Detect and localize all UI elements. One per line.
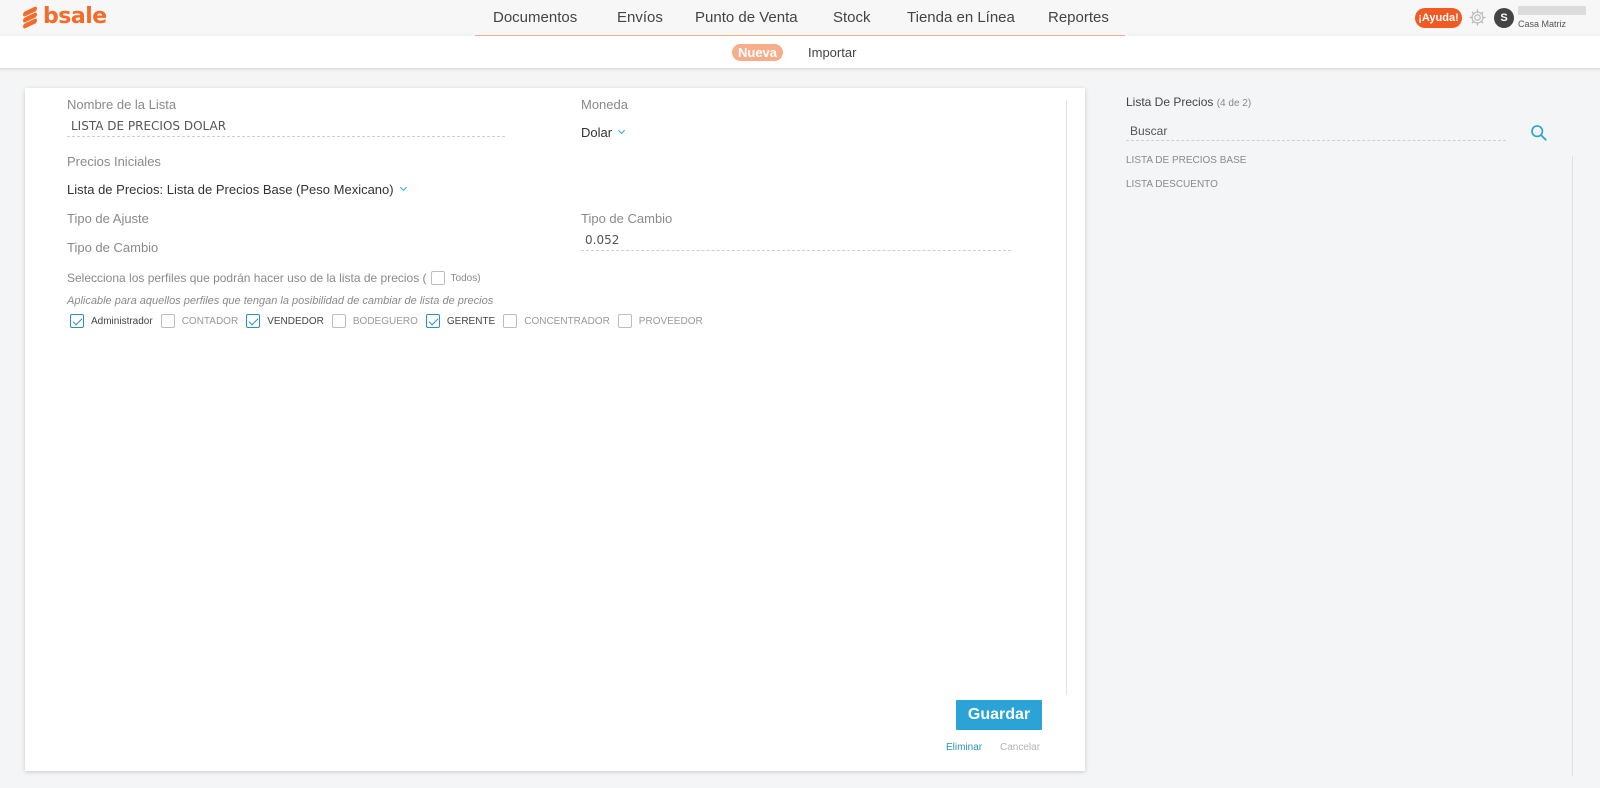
sidebar-count: (4 de 2)	[1216, 98, 1252, 109]
checkbox-contador[interactable]	[160, 314, 175, 328]
price-list-form-card: Nombre de la Lista LISTA DE PRECIOS DOLA…	[25, 88, 1085, 771]
todos-label: Todos)	[450, 272, 481, 284]
chevron-down-icon	[618, 126, 626, 135]
sidebar-search-input[interactable]: Buscar	[1126, 122, 1506, 141]
profile-label: CONTADOR	[181, 315, 239, 327]
exchange-type-label: Tipo de Cambio	[581, 211, 673, 226]
branch-name: Casa Matriz	[1518, 19, 1567, 29]
checkbox-concentrador[interactable]	[503, 314, 518, 328]
profile-vendedor[interactable]: VENDEDOR	[246, 314, 324, 328]
todos-checkbox[interactable]	[430, 271, 445, 285]
nav-item-documentos[interactable]: Documentos	[493, 9, 577, 26]
sidebar-title: Lista De Precios (4 de 2)	[1126, 95, 1251, 109]
profile-contador[interactable]: CONTADOR	[160, 314, 239, 328]
currency-value: Dolar	[581, 125, 613, 140]
initial-prices-label: Precios Iniciales	[67, 154, 161, 169]
search-icon[interactable]	[1530, 124, 1548, 142]
save-button[interactable]: Guardar	[956, 700, 1042, 730]
bsale-logo[interactable]: bsale	[21, 4, 107, 30]
gear-icon[interactable]	[1468, 8, 1487, 27]
profiles-note: Aplicable para aquellos perfiles que ten…	[67, 295, 494, 307]
exchange-type-label-left: Tipo de Cambio	[67, 240, 159, 255]
checkbox-vendedor[interactable]	[246, 314, 261, 328]
profile-label: VENDEDOR	[267, 315, 324, 327]
initial-prices-value: Lista de Precios: Lista de Precios Base …	[67, 182, 394, 197]
nav-item-envios[interactable]: Envíos	[617, 9, 663, 26]
user-name-redacted	[1518, 6, 1586, 15]
nav-item-reportes[interactable]: Reportes	[1048, 9, 1109, 26]
profile-label: BODEGUERO	[352, 315, 418, 327]
tab-importar[interactable]: Importar	[808, 45, 856, 60]
sidebar-item-lista-descuento[interactable]: LISTA DESCUENTO	[1126, 179, 1218, 190]
brand-name: bsale	[43, 4, 107, 29]
checkbox-proveedor[interactable]	[617, 314, 632, 328]
initial-prices-select[interactable]: Lista de Precios: Lista de Precios Base …	[67, 182, 407, 197]
delete-link[interactable]: Eliminar	[946, 742, 982, 753]
avatar[interactable]: S	[1494, 8, 1514, 28]
cancel-link[interactable]: Cancelar	[1000, 742, 1040, 753]
profile-concentrador[interactable]: CONCENTRADOR	[503, 314, 610, 328]
profile-bodeguero[interactable]: BODEGUERO	[331, 314, 418, 328]
profile-label: PROVEEDOR	[638, 315, 703, 327]
nav-item-stock[interactable]: Stock	[833, 9, 871, 26]
profiles-prompt-text: Selecciona los perfiles que podrán hacer…	[67, 271, 427, 285]
nav-item-punto-de-venta[interactable]: Punto de Venta	[695, 9, 798, 26]
sidebar-title-text: Lista De Precios	[1126, 95, 1214, 109]
sidebar-item-lista-base[interactable]: LISTA DE PRECIOS BASE	[1126, 155, 1246, 166]
exchange-rate-input[interactable]: 0.052	[581, 231, 1011, 251]
sub-nav: Nueva Importar	[0, 36, 1600, 69]
profiles-checkbox-group: Administrador CONTADOR VENDEDOR BODEGUER…	[70, 314, 711, 328]
adjust-type-label: Tipo de Ajuste	[67, 211, 149, 226]
currency-label: Moneda	[581, 97, 628, 112]
card-divider	[1066, 100, 1067, 695]
profile-administrador[interactable]: Administrador	[70, 314, 153, 328]
profile-label: Administrador	[91, 315, 153, 327]
tab-nueva[interactable]: Nueva	[732, 44, 783, 61]
currency-select[interactable]: Dolar	[581, 125, 626, 140]
chevron-down-icon	[399, 183, 407, 192]
profiles-prompt: Selecciona los perfiles que podrán hacer…	[67, 271, 481, 285]
profile-proveedor[interactable]: PROVEEDOR	[617, 314, 703, 328]
checkbox-bodeguero[interactable]	[331, 314, 346, 328]
list-name-label: Nombre de la Lista	[67, 97, 177, 112]
nav-item-tienda-en-linea[interactable]: Tienda en Línea	[907, 9, 1015, 26]
profile-gerente[interactable]: GERENTE	[425, 314, 496, 328]
help-button[interactable]: ¡Ayuda!	[1415, 8, 1462, 28]
bsale-logo-icon	[21, 5, 39, 30]
profile-label: CONCENTRADOR	[524, 315, 610, 327]
list-name-input[interactable]: LISTA DE PRECIOS DOLAR	[67, 117, 505, 137]
sidebar-scroll-track	[1572, 156, 1573, 776]
top-bar: bsale Documentos Envíos Punto de Venta S…	[0, 0, 1600, 36]
checkbox-gerente[interactable]	[425, 314, 440, 328]
main-nav: Documentos Envíos Punto de Venta Stock T…	[475, 0, 1125, 36]
checkbox-administrador[interactable]	[70, 314, 84, 328]
profile-label: GERENTE	[446, 315, 496, 327]
